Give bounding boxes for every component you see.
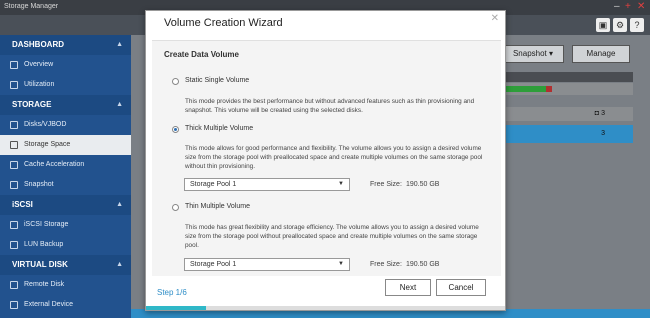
sidebar-item-cache-acceleration[interactable]: Cache Acceleration: [0, 155, 131, 175]
sidebar-section-dashboard[interactable]: DASHBOARD ▲: [0, 35, 131, 55]
radio-thin-multiple-volume[interactable]: [172, 204, 179, 211]
option-label: Thin Multiple Volume: [185, 203, 250, 210]
external-device-icon: [10, 301, 18, 309]
radio-static-single-volume[interactable]: [172, 78, 179, 85]
free-size-value: 190.50 GB: [406, 261, 440, 268]
puzzle-icon[interactable]: ▣: [596, 18, 610, 32]
free-size-value: 190.50 GB: [406, 181, 440, 188]
minimize-button[interactable]: –: [614, 1, 620, 13]
chevron-up-icon: ▲: [116, 201, 123, 208]
table-row[interactable]: ◘ 3: [502, 107, 633, 121]
row-count: 3: [601, 110, 605, 117]
maximize-button[interactable]: +: [625, 1, 631, 13]
option-description: This mode allows for good performance an…: [185, 145, 483, 170]
sidebar-section-iscsi[interactable]: iSCSI ▲: [0, 195, 131, 215]
storage-pool-select[interactable]: Storage Pool 1 ▼: [184, 258, 350, 271]
close-icon[interactable]: ✕: [491, 13, 499, 24]
sidebar-item-iscsi-storage[interactable]: iSCSI Storage: [0, 215, 131, 235]
free-size-label: Free Size:: [370, 261, 402, 268]
table-header: [502, 72, 633, 82]
gear-icon[interactable]: ⚙: [613, 18, 627, 32]
sidebar-item-utilization[interactable]: Utilization: [0, 75, 131, 95]
sidebar-section-storage[interactable]: STORAGE ▲: [0, 95, 131, 115]
section-title: Create Data Volume: [164, 50, 239, 59]
sidebar-section-virtual-disk[interactable]: VIRTUAL DISK ▲: [0, 255, 131, 275]
volume-creation-dialog: Volume Creation Wizard ✕ Create Data Vol…: [145, 10, 506, 311]
table-row-selected[interactable]: 3: [502, 125, 633, 143]
usage-bar: [506, 86, 546, 92]
usage-bar-alert: [546, 86, 552, 92]
sidebar-item-overview[interactable]: Overview: [0, 55, 131, 75]
cache-icon: [10, 161, 18, 169]
cancel-button[interactable]: Cancel: [436, 279, 486, 296]
backup-icon: [10, 241, 18, 249]
storage-pool-select[interactable]: Storage Pool 1 ▼: [184, 178, 350, 191]
snapshot-button[interactable]: Snapshot ▾: [502, 45, 564, 63]
window-title: Storage Manager: [4, 3, 59, 10]
option-label: Thick Multiple Volume: [185, 125, 254, 132]
storage-icon: [10, 141, 18, 149]
remote-disk-icon: [10, 281, 18, 289]
help-icon[interactable]: ?: [630, 18, 644, 32]
row-count: 3: [601, 130, 605, 137]
chevron-up-icon: ▲: [116, 261, 123, 268]
sidebar: DASHBOARD ▲ Overview Utilization STORAGE…: [0, 35, 131, 318]
utilization-icon: [10, 81, 18, 89]
table-row[interactable]: [502, 83, 633, 95]
dialog-title: Volume Creation Wizard: [164, 17, 283, 29]
overview-icon: [10, 61, 18, 69]
step-indicator: Step 1/6: [157, 288, 187, 297]
row-icon: ◘: [594, 110, 599, 117]
close-window-button[interactable]: ✕: [637, 1, 645, 13]
sidebar-item-storage-space[interactable]: Storage Space: [0, 135, 131, 155]
sidebar-item-remote-disk[interactable]: Remote Disk: [0, 275, 131, 295]
chevron-down-icon: ▼: [338, 261, 344, 267]
wizard-progress-bar: [146, 306, 505, 310]
sidebar-item-lun-backup[interactable]: LUN Backup: [0, 235, 131, 255]
next-button[interactable]: Next: [385, 279, 431, 296]
chevron-up-icon: ▲: [116, 41, 123, 48]
manage-button[interactable]: Manage: [572, 45, 630, 63]
option-label: Static Single Volume: [185, 77, 250, 84]
sidebar-item-external-device[interactable]: External Device: [0, 295, 131, 315]
wizard-progress-fill: [146, 306, 206, 310]
sidebar-item-snapshot[interactable]: Snapshot: [0, 175, 131, 195]
sidebar-item-disks[interactable]: Disks/VJBOD: [0, 115, 131, 135]
chevron-down-icon: ▼: [338, 181, 344, 187]
option-description: This mode has great flexibility and stor…: [185, 224, 479, 249]
disk-icon: [10, 121, 18, 129]
radio-thick-multiple-volume[interactable]: [172, 126, 179, 133]
snapshot-icon: [10, 181, 18, 189]
chevron-up-icon: ▲: [116, 101, 123, 108]
option-description: This mode provides the best performance …: [185, 98, 475, 114]
iscsi-icon: [10, 221, 18, 229]
free-size-label: Free Size:: [370, 181, 402, 188]
